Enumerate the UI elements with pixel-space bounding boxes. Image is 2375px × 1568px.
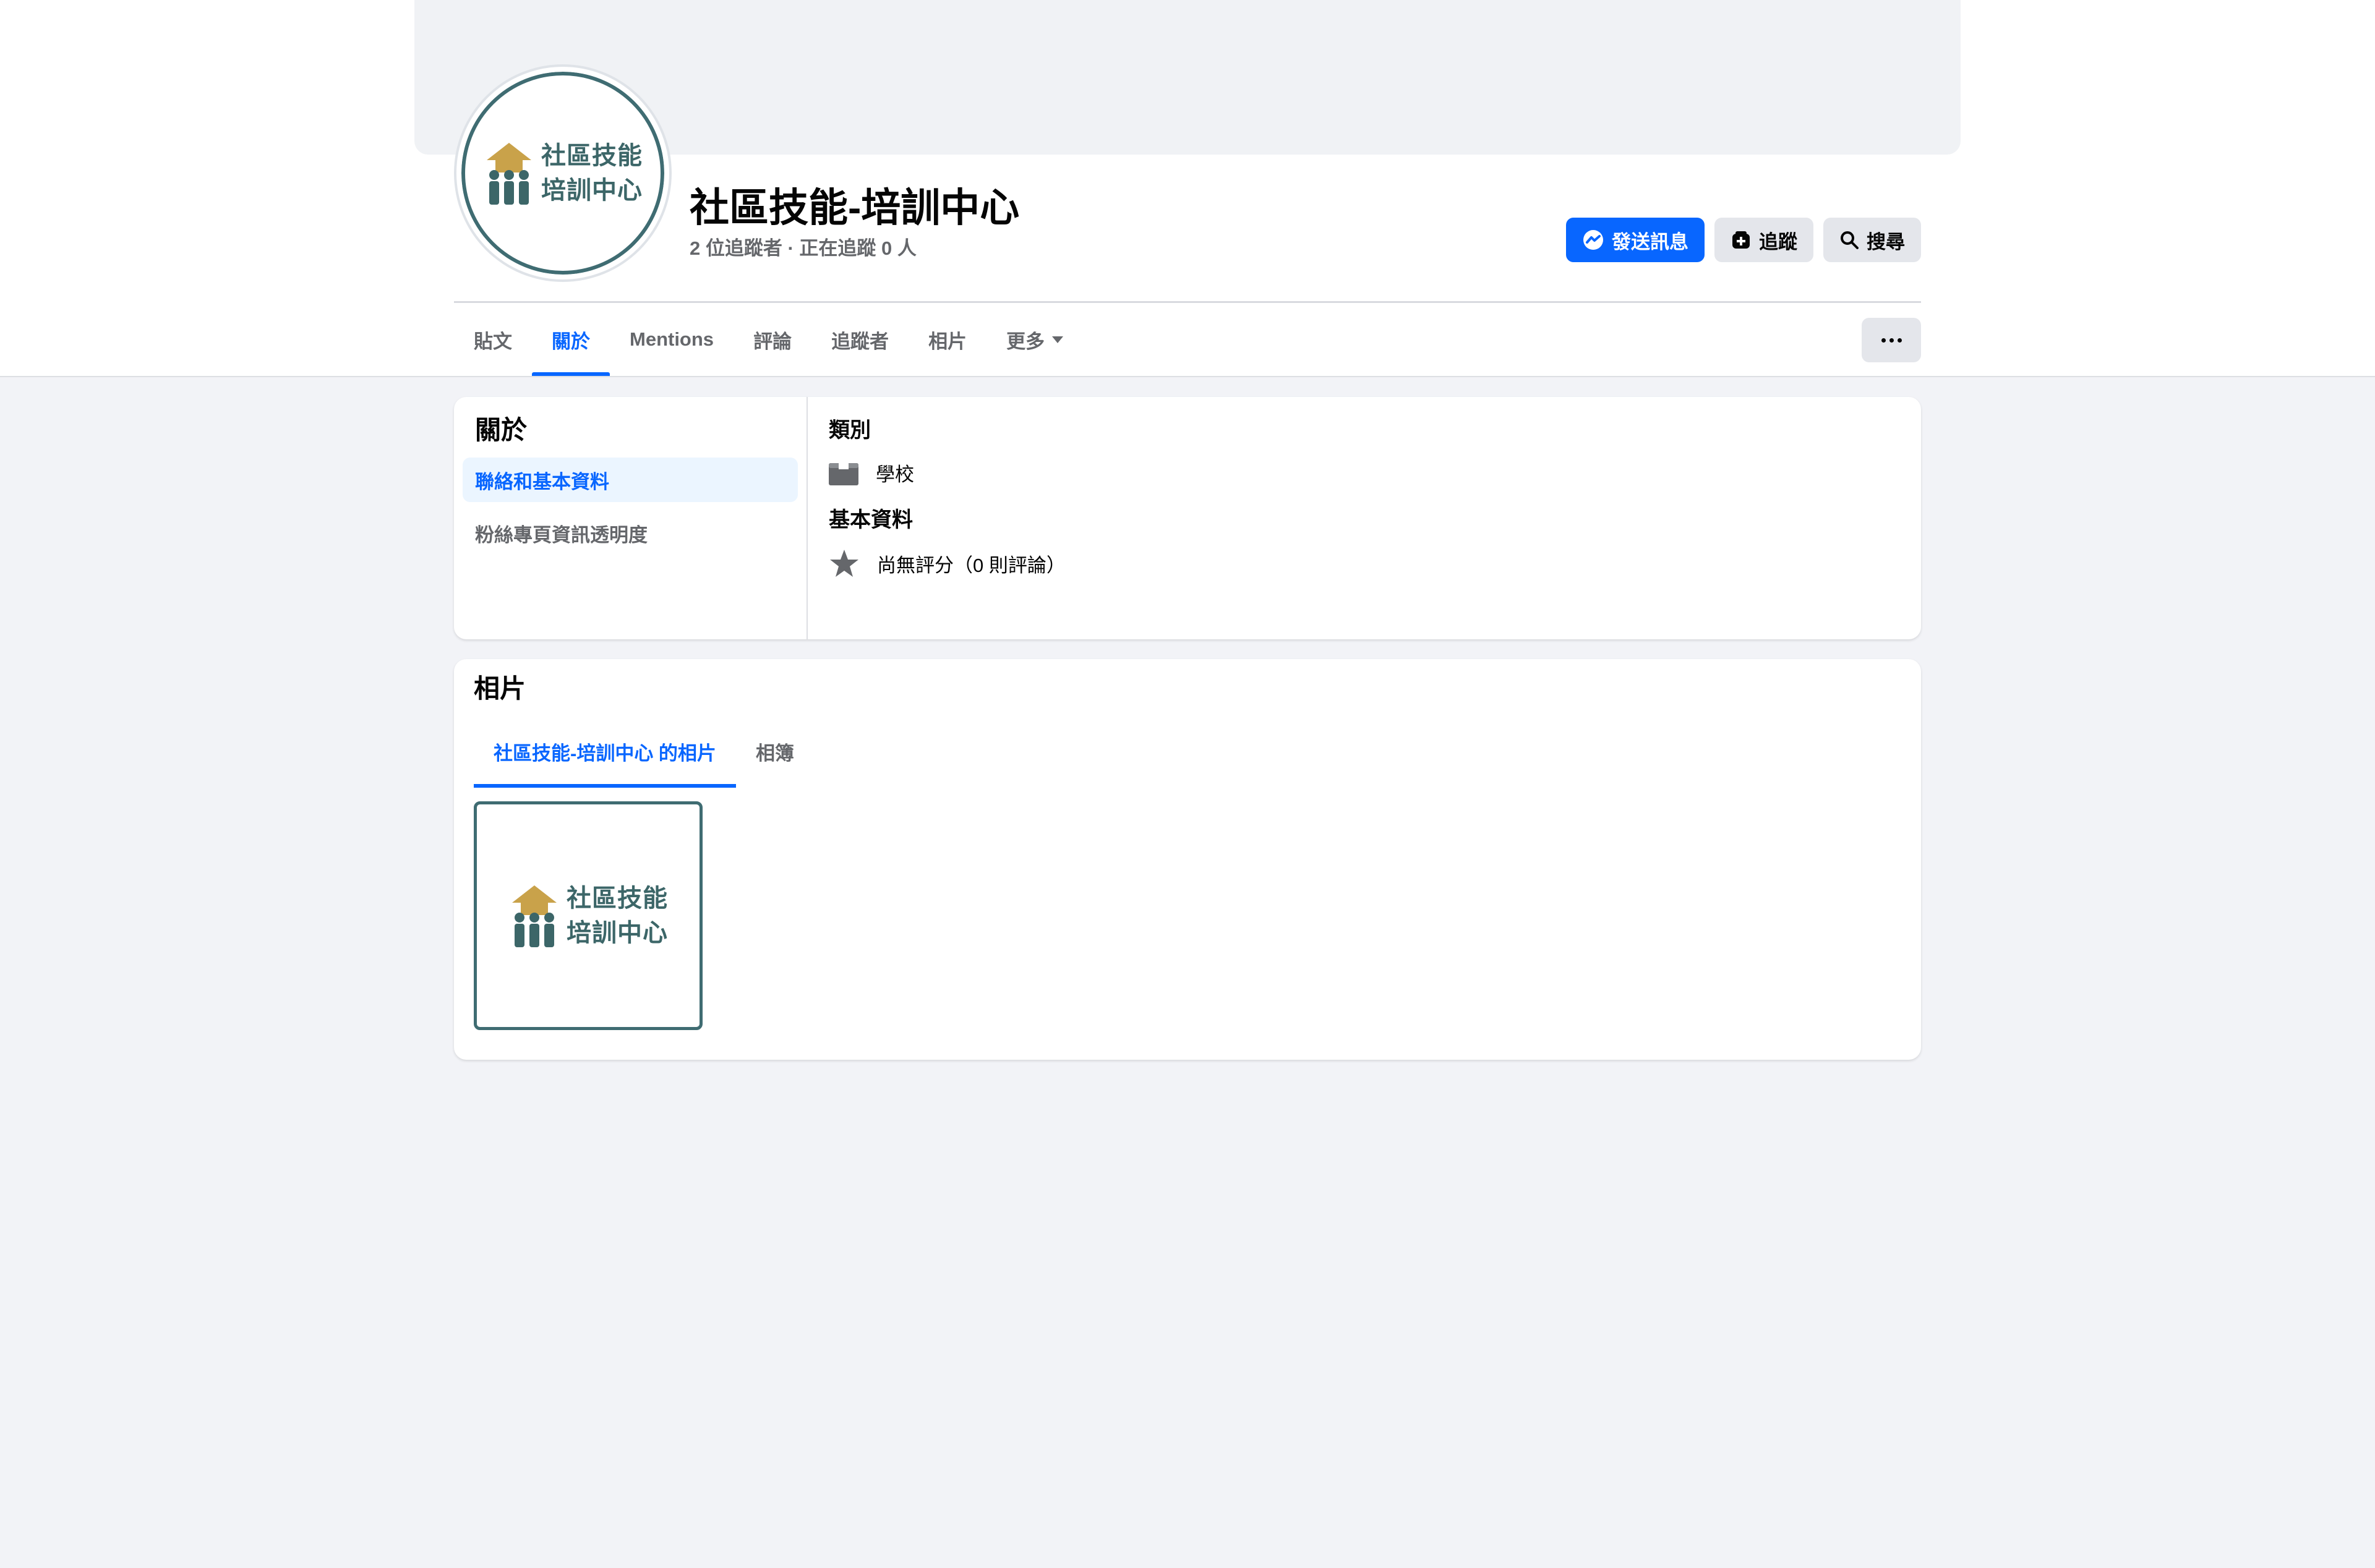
about-heading: 關於: [475, 415, 528, 445]
thumbnail-logo-line-2: 培訓中心: [567, 919, 668, 947]
tab-followers[interactable]: 追蹤者: [811, 303, 909, 376]
photo-tab-albums[interactable]: 相簿: [736, 715, 814, 788]
send-message-label: 發送訊息: [1612, 231, 1688, 253]
thumbnail-logo-line-1: 社區技能: [567, 884, 668, 913]
follow-button[interactable]: 追蹤: [1714, 218, 1813, 262]
send-message-button[interactable]: 發送訊息: [1566, 218, 1705, 262]
action-buttons: 發送訊息 追蹤 搜尋: [1566, 218, 1921, 262]
caret-down-icon: [1052, 336, 1064, 343]
tab-photos[interactable]: 相片: [909, 303, 986, 376]
about-nav-contact-basic[interactable]: 聯絡和基本資料: [463, 458, 798, 502]
tab-posts[interactable]: 貼文: [454, 303, 532, 376]
tab-about[interactable]: 關於: [532, 303, 610, 376]
photos-card: 相片 社區技能-培訓中心 的相片 相簿 社區技能 培訓中心: [454, 659, 1921, 1060]
follow-label: 追蹤: [1759, 231, 1797, 253]
photo-tab-page-photos[interactable]: 社區技能-培訓中心 的相片: [474, 715, 736, 788]
thumbnail-logo: 社區技能 培訓中心: [508, 882, 668, 950]
about-content: 類別 學校 基本資料 尚無評分（0 則評論）: [829, 415, 1901, 597]
avatar-ring: 社區技能 培訓中心: [461, 72, 664, 275]
follow-icon: [1732, 231, 1750, 249]
logo-line-2: 培訓中心: [541, 176, 643, 205]
profile-avatar[interactable]: 社區技能 培訓中心: [456, 67, 669, 279]
rating-value: 尚無評分（0 則評論）: [877, 554, 1066, 576]
category-title: 類別: [829, 419, 871, 442]
search-icon: [1841, 231, 1859, 249]
tab-more-label: 更多: [1006, 330, 1045, 352]
people-house-icon: [512, 885, 557, 947]
follower-count[interactable]: 2 位追蹤者 · 正在追蹤 0 人: [690, 236, 917, 261]
dot-icon: [1897, 338, 1902, 343]
page-header: 社區技能 培訓中心 社區技能-培訓中心 2 位追蹤者 · 正在追蹤 0 人 發送…: [0, 0, 2375, 377]
basic-info-title: 基本資料: [829, 508, 913, 532]
search-button[interactable]: 搜尋: [1823, 218, 1921, 262]
category-row: 學校: [829, 459, 1901, 487]
messenger-icon: [1583, 230, 1603, 250]
thumbnail-logo-text: 社區技能 培訓中心: [567, 882, 668, 949]
photos-heading: 相片: [474, 674, 526, 703]
photo-thumbnail[interactable]: 社區技能 培訓中心: [474, 801, 703, 1030]
rating-row: 尚無評分（0 則評論）: [829, 548, 1901, 578]
dot-icon: [1889, 338, 1894, 343]
logo-text: 社區技能 培訓中心: [541, 140, 643, 207]
about-nav: 聯絡和基本資料 粉絲專頁資訊透明度: [463, 458, 798, 555]
category-icon: [829, 462, 858, 485]
search-label: 搜尋: [1867, 231, 1905, 253]
tab-mentions[interactable]: Mentions: [610, 303, 734, 376]
about-nav-transparency[interactable]: 粉絲專頁資訊透明度: [463, 511, 798, 555]
page-title: 社區技能-培訓中心: [690, 185, 1020, 230]
about-card: 關於 聯絡和基本資料 粉絲專頁資訊透明度 類別 學校 基本資料 尚無評分（0 則…: [454, 397, 1921, 639]
tab-more[interactable]: 更多: [986, 303, 1083, 376]
logo-line-1: 社區技能: [541, 142, 643, 170]
people-house-icon: [487, 143, 531, 205]
photo-tabs: 社區技能-培訓中心 的相片 相簿: [474, 715, 814, 788]
logo: 社區技能 培訓中心: [483, 139, 643, 207]
category-value[interactable]: 學校: [876, 459, 914, 487]
more-options-button[interactable]: [1862, 318, 1921, 362]
page-tabs: 貼文 關於 Mentions 評論 追蹤者 相片 更多: [454, 303, 1083, 376]
tab-reviews[interactable]: 評論: [734, 303, 811, 376]
star-icon: [830, 550, 858, 577]
dot-icon: [1881, 338, 1886, 343]
about-sidebar: 關於 聯絡和基本資料 粉絲專頁資訊透明度: [454, 397, 808, 639]
